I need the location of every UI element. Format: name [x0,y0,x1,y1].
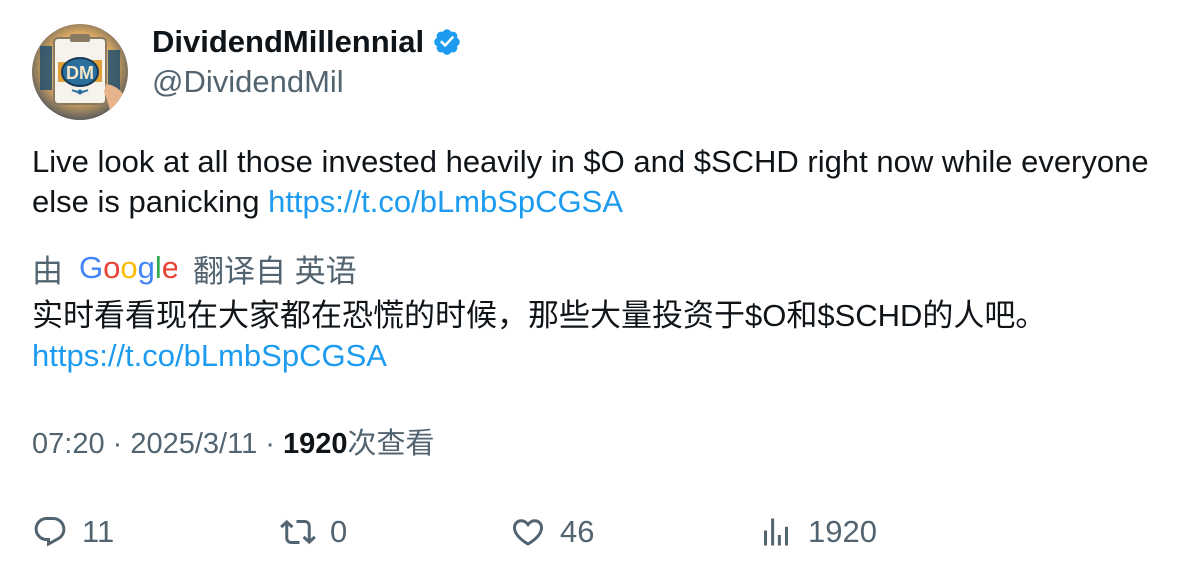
display-name[interactable]: DividendMillennial [152,24,462,60]
tweet-link[interactable]: https://t.co/bLmbSpCGSA [268,184,623,219]
views-count: 1920 [283,428,348,460]
translation-suffix: 翻译自 英语 [193,253,357,289]
svg-text:Google: Google [79,251,177,285]
heart-icon [512,519,544,546]
reply-button[interactable]: 11 [32,510,114,554]
display-name-text[interactable]: DividendMillennial [152,24,424,60]
retweet-icon [280,519,316,545]
retweet-button[interactable]: 0 [280,510,347,554]
avatar-image: DM [32,24,128,120]
avatar-initials: DM [66,63,94,83]
retweet-count: 0 [330,514,348,549]
avatar[interactable]: DM [32,24,128,120]
views-button[interactable]: 1920 [758,510,877,554]
tweet-meta: 07:20 · 2025/3/11 · 1920 次查看 [32,424,435,464]
analytics-icon [764,518,788,546]
reply-icon [34,517,66,547]
tweet-time[interactable]: 07:20 [32,424,105,464]
like-count: 46 [560,514,595,549]
tweet-date[interactable]: 2025/3/11 [130,424,257,464]
translated-body: 实时看看现在大家都在恐慌的时候，那些大量投资于$O和$SCHD的人吧。 [32,298,1047,333]
translation-attribution: 由 Google 翻译自 英语 [32,246,357,290]
tweet-card: DM DividendMillennial @DividendMil Live … [0,0,1196,578]
meta-separator: · [257,428,284,460]
views-label: 次查看 [347,428,435,460]
google-logo-icon[interactable]: Google [79,251,177,285]
user-handle[interactable]: @DividendMil [152,64,344,100]
tweet-text: Live look at all those invested heavily … [32,142,1162,222]
translation-prefix: 由 [32,253,63,289]
meta-separator: · [104,428,131,460]
translated-link[interactable]: https://t.co/bLmbSpCGSA [32,338,387,373]
translated-text: 实时看看现在大家都在恐慌的时候，那些大量投资于$O和$SCHD的人吧。 http… [32,296,1162,376]
verified-badge-icon [434,29,460,55]
like-button[interactable]: 46 [510,510,594,554]
reply-count: 11 [82,514,115,549]
views-action-count: 1920 [808,514,877,549]
